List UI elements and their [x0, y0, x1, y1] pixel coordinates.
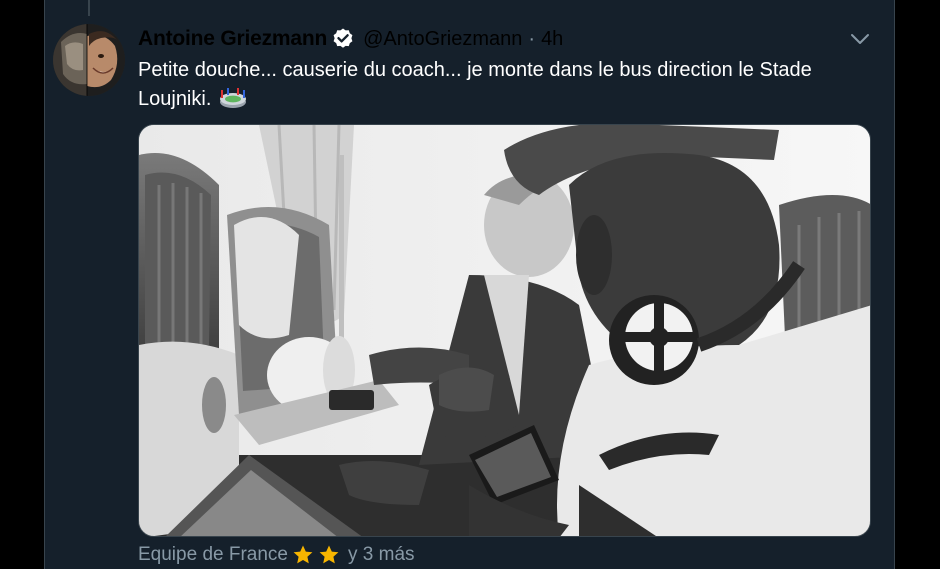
avatar[interactable]	[53, 24, 125, 96]
stadium-emoji-icon	[219, 87, 247, 109]
tweet-photo[interactable]	[138, 124, 871, 537]
separator-dot: ·	[528, 27, 536, 50]
tweet-text: Petite douche... causerie du coach... je…	[138, 56, 858, 114]
tweet-timestamp[interactable]: 4h	[541, 28, 563, 51]
thread-connector-line	[88, 0, 90, 16]
team-label[interactable]: Equipe de France	[138, 544, 288, 566]
tweet-header: Antoine Griezmann @AntoGriezmann · 4h	[138, 24, 563, 54]
tweet-container: Antoine Griezmann @AntoGriezmann · 4h Pe…	[44, 0, 895, 569]
star-icon	[318, 544, 340, 566]
verified-badge-icon	[331, 27, 355, 51]
more-participants-link[interactable]: y 3 más	[348, 544, 415, 566]
chevron-down-icon[interactable]	[849, 28, 871, 50]
user-handle[interactable]: @AntoGriezmann	[363, 28, 522, 51]
star-icon	[292, 544, 314, 566]
tweet-footer: Equipe de France y 3 más	[138, 544, 415, 566]
display-name[interactable]: Antoine Griezmann	[138, 27, 327, 51]
